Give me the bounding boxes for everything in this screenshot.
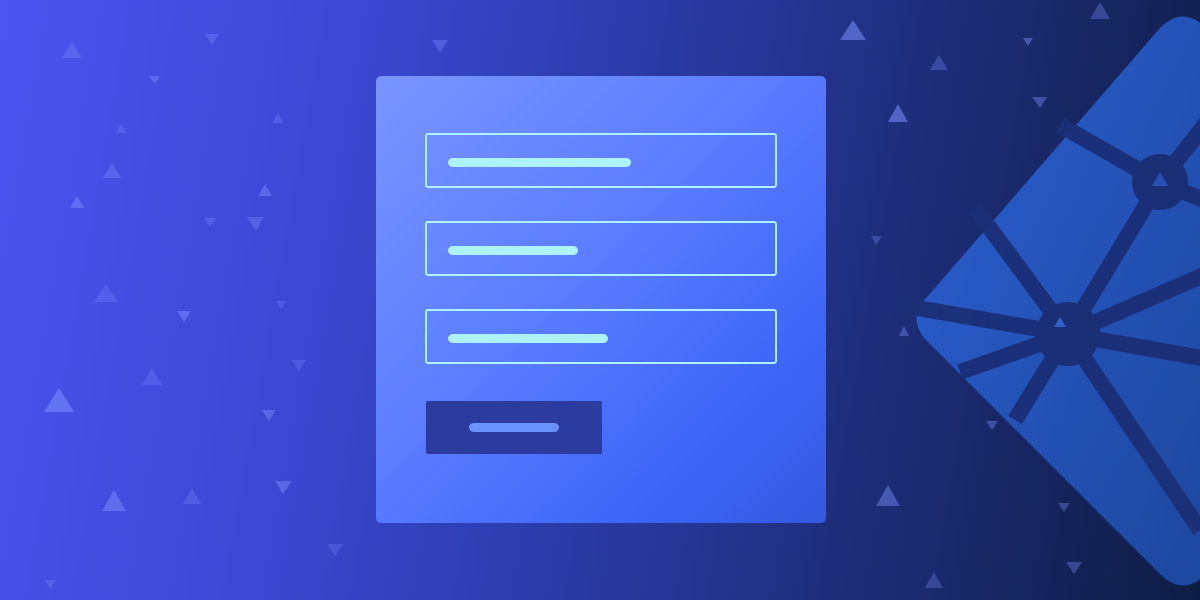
form-card [376,76,826,523]
placeholder-bar [448,158,631,167]
submit-button[interactable] [426,401,602,454]
placeholder-bar [448,334,608,343]
placeholder-bar [448,246,578,255]
form-field-2[interactable] [425,221,777,276]
form-field-3[interactable] [425,309,777,364]
submit-label-bar [469,423,559,432]
form-field-1[interactable] [425,133,777,188]
